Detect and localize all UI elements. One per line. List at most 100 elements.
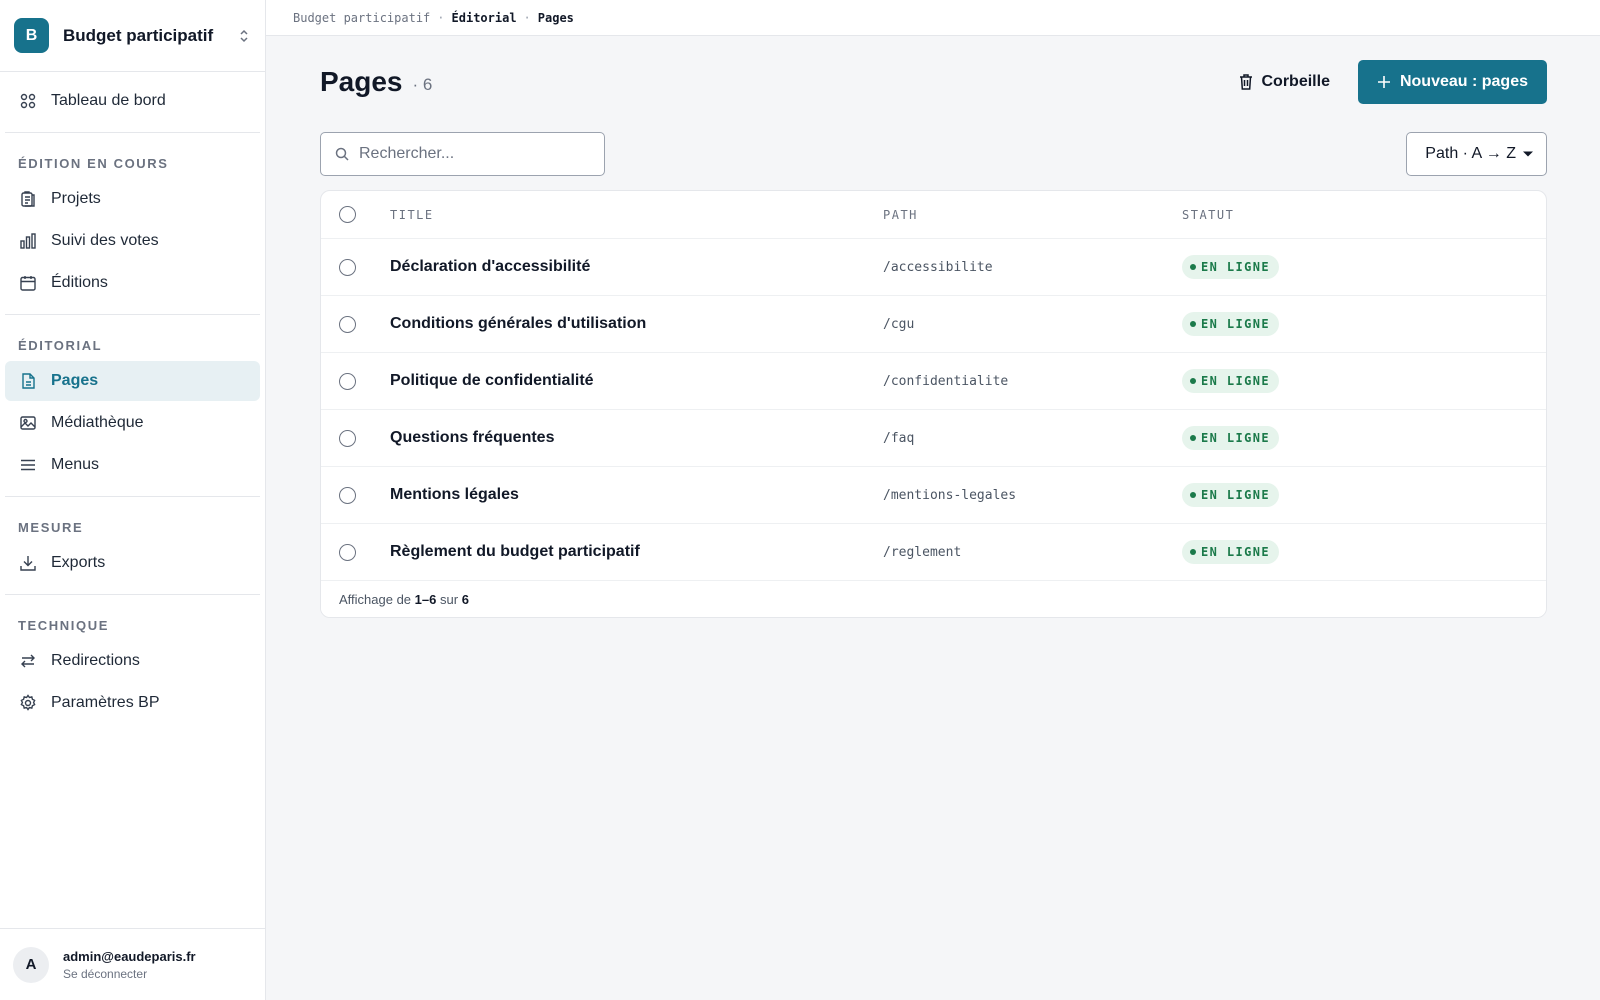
page-title: Pages	[320, 66, 403, 97]
status-badge-label: EN LIGNE	[1201, 488, 1270, 502]
status-badge: EN LIGNE	[1182, 426, 1279, 450]
workspace-logo: B	[14, 18, 49, 53]
user-panel: A admin@eaudeparis.fr Se déconnecter	[0, 928, 265, 1000]
sidebar-item-projets[interactable]: Projets	[5, 179, 260, 219]
status-dot	[1190, 378, 1196, 384]
sidebar-item-menus[interactable]: Menus	[5, 445, 260, 485]
sidebar-item-label: Exports	[51, 554, 106, 571]
breadcrumb-current: Pages	[537, 10, 574, 25]
sidebar-item-dashboard[interactable]: Tableau de bord	[5, 81, 260, 121]
chevron-down-icon	[1523, 151, 1533, 157]
page-title-cell[interactable]: Questions fréquentes	[390, 429, 883, 447]
search-box	[320, 132, 605, 176]
sort-select-value: Path · A → Z	[1425, 145, 1516, 162]
new-page-button[interactable]: Nouveau : pages	[1357, 60, 1547, 104]
status-dot	[1190, 549, 1196, 555]
sidebar-item-suivi-des-votes[interactable]: Suivi des votes	[5, 221, 260, 261]
table-row[interactable]: Déclaration d'accessibilité/accessibilit…	[321, 239, 1546, 296]
main-content: Pages · 6 Corbeille Nouveau : pages Path…	[320, 36, 1547, 618]
file-icon	[19, 372, 37, 390]
status-badge-label: EN LIGNE	[1201, 317, 1270, 331]
row-checkbox[interactable]	[339, 429, 356, 447]
page-title-cell[interactable]: Déclaration d'accessibilité	[390, 258, 883, 276]
new-page-button-label: Nouveau : pages	[1399, 73, 1528, 90]
breadcrumb-root[interactable]: Budget participatif	[293, 11, 430, 25]
workspace-switcher[interactable]: B Budget participatif	[0, 0, 265, 72]
table-row[interactable]: Conditions générales d'utilisation/cgu EN…	[321, 296, 1546, 353]
sidebar-item-label: Tableau de bord	[51, 92, 166, 109]
grid-icon	[19, 92, 37, 110]
nav-group-mesure: MESURE Exports	[0, 497, 265, 594]
page-path-cell: /reglement	[883, 544, 962, 560]
column-header-title[interactable]: TITLE	[390, 208, 883, 222]
page-title-cell[interactable]: Politique de confidentialité	[390, 372, 883, 390]
sidebar: B Budget participatif Tableau de bord ÉD…	[0, 0, 266, 1000]
image-icon	[19, 414, 37, 432]
breadcrumb-section[interactable]: Éditorial	[452, 11, 517, 25]
nav-group-title: TECHNIQUE	[18, 618, 109, 633]
sidebar-item-label: Redirections	[51, 652, 140, 669]
page-title-cell[interactable]: Mentions légales	[390, 486, 883, 504]
pagination-middle: sur	[440, 591, 459, 607]
pagination-range: 1–6	[414, 591, 437, 607]
status-badge-label: EN LIGNE	[1201, 260, 1270, 274]
status-badge-label: EN LIGNE	[1201, 545, 1270, 559]
row-checkbox[interactable]	[339, 315, 356, 333]
status-badge: EN LIGNE	[1182, 483, 1279, 507]
table-row[interactable]: Mentions légales/mentions-legales EN LIGN…	[321, 467, 1546, 524]
page-path-cell: /faq	[883, 430, 915, 446]
status-dot	[1190, 264, 1196, 270]
sort-select[interactable]: Path · A → Z	[1406, 132, 1547, 176]
row-checkbox[interactable]	[339, 258, 356, 276]
arrows-icon	[19, 652, 37, 670]
row-checkbox[interactable]	[339, 486, 356, 504]
menu-icon	[19, 456, 37, 474]
sidebar-item-label: Pages	[51, 372, 99, 389]
sidebar-item-exports[interactable]: Exports	[5, 543, 260, 583]
logout-link[interactable]: Se déconnecter	[63, 967, 196, 981]
sidebar-item-pages[interactable]: Pages	[5, 361, 260, 401]
page-path-cell: /confidentialite	[883, 373, 1009, 389]
trash-button-label: Corbeille	[1261, 73, 1330, 90]
page-count: · 6	[412, 75, 433, 94]
table-footer: Affichage de 1–6 sur 6	[321, 581, 1546, 617]
nav-group-edition: ÉDITION EN COURS Projets Suivi des votes…	[0, 133, 265, 314]
avatar: A	[13, 946, 49, 983]
search-input[interactable]	[359, 145, 579, 163]
sidebar-item-editions[interactable]: Éditions	[5, 263, 260, 303]
page-title-cell[interactable]: Conditions générales d'utilisation	[390, 315, 883, 333]
sidebar-item-mediatheque[interactable]: Médiathèque	[5, 403, 260, 443]
status-dot	[1190, 321, 1196, 327]
page-title-cell[interactable]: Règlement du budget participatif	[390, 543, 883, 561]
status-dot	[1190, 492, 1196, 498]
status-badge: EN LIGNE	[1182, 255, 1279, 279]
page-path-cell: /cgu	[883, 316, 915, 332]
bar-chart-icon	[19, 232, 37, 250]
row-checkbox[interactable]	[339, 372, 356, 390]
search-icon	[335, 147, 349, 161]
download-icon	[19, 554, 37, 572]
table-header: TITLE PATH STATUT	[321, 191, 1546, 239]
chevron-up-down-icon	[240, 29, 248, 42]
row-checkbox[interactable]	[339, 543, 356, 561]
pages-table: TITLE PATH STATUT Déclaration d'accessib…	[320, 190, 1547, 618]
select-all-checkbox[interactable]	[339, 206, 356, 223]
page-path-cell: /mentions-legales	[883, 487, 1017, 503]
status-badge: EN LIGNE	[1182, 312, 1279, 336]
sidebar-item-redirections[interactable]: Redirections	[5, 641, 260, 681]
column-header-path[interactable]: PATH	[883, 208, 1182, 222]
status-badge-label: EN LIGNE	[1201, 374, 1270, 388]
breadcrumb: Budget participatif · Éditorial · Pages	[266, 0, 1600, 36]
nav-group-title: MESURE	[18, 520, 84, 535]
trash-button[interactable]: Corbeille	[1238, 73, 1330, 91]
calendar-icon	[19, 274, 37, 292]
sidebar-item-label: Suivi des votes	[51, 232, 159, 249]
sidebar-item-parametres-bp[interactable]: Paramètres BP	[5, 683, 260, 723]
plus-icon	[1377, 76, 1390, 88]
table-row[interactable]: Règlement du budget participatif/regleme…	[321, 524, 1546, 581]
table-row[interactable]: Questions fréquentes/faq EN LIGNE	[321, 410, 1546, 467]
column-header-status[interactable]: STATUT	[1182, 208, 1546, 222]
table-row[interactable]: Politique de confidentialité/confidentia…	[321, 353, 1546, 410]
sidebar-item-label: Menus	[51, 456, 100, 473]
gear-icon	[19, 694, 37, 712]
